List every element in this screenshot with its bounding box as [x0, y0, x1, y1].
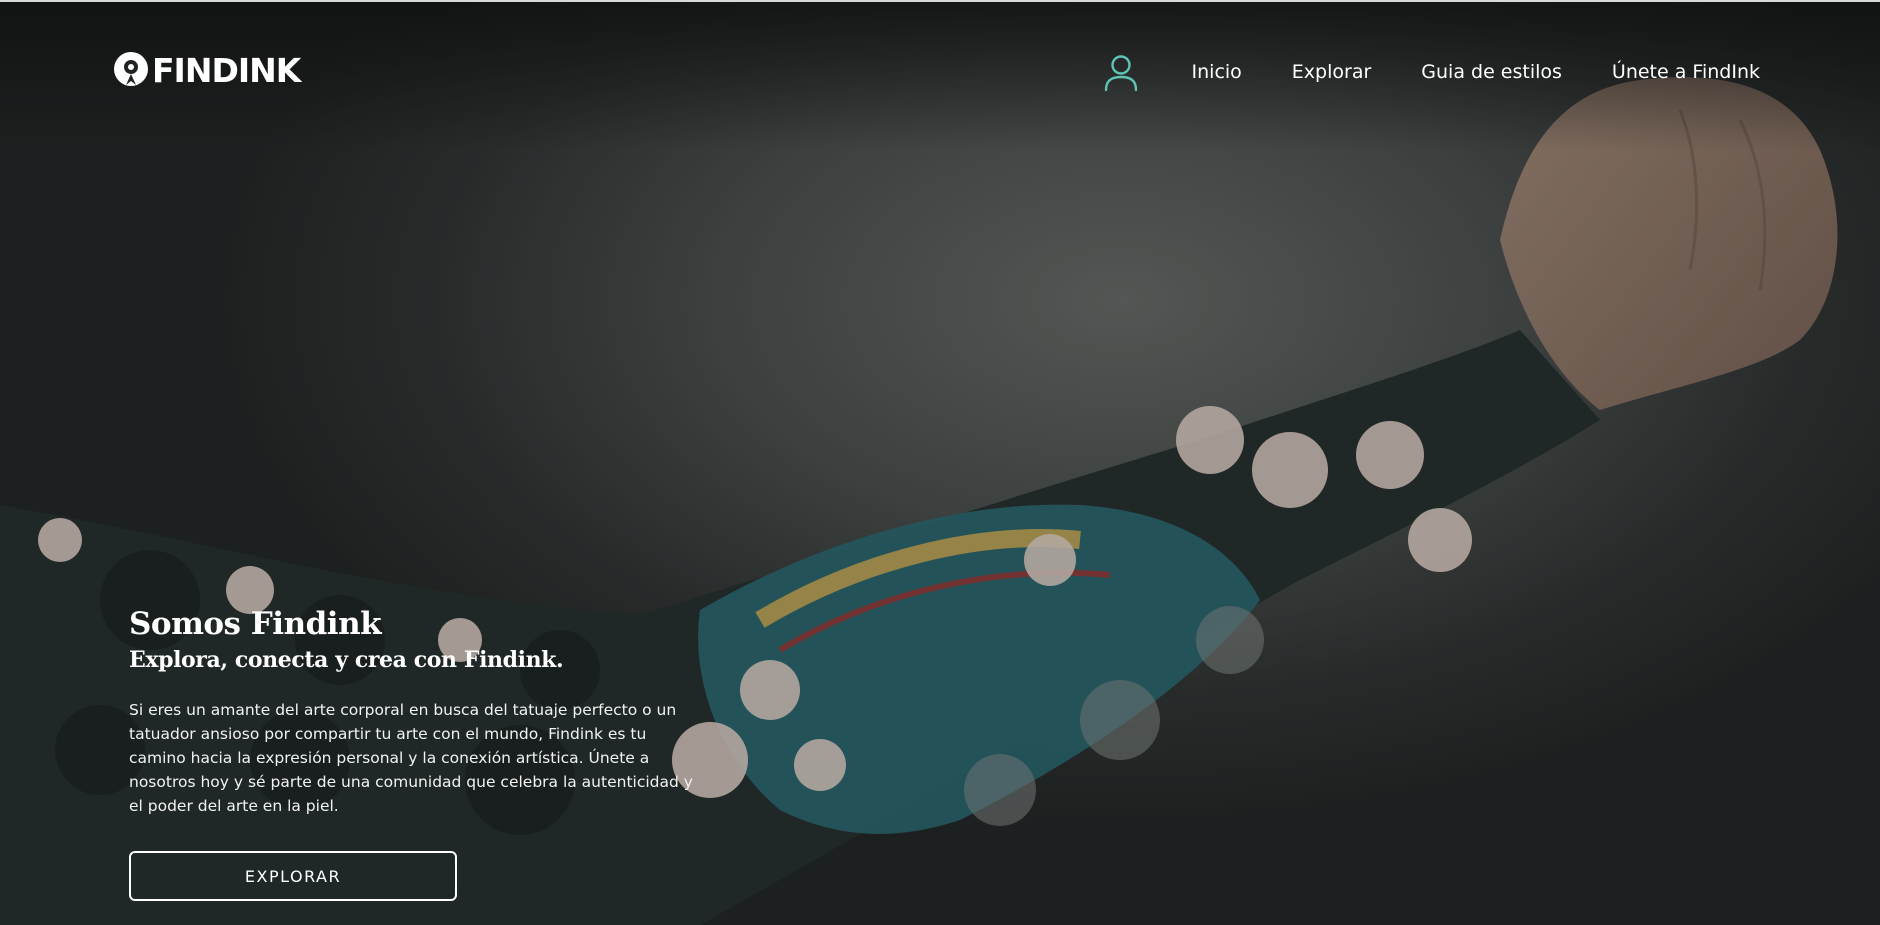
- nav-link-inicio[interactable]: Inicio: [1192, 61, 1242, 83]
- nav-link-guia-estilos[interactable]: Guia de estilos: [1421, 61, 1562, 83]
- hero-title: Somos Findink: [129, 606, 382, 642]
- top-border: [0, 0, 1880, 2]
- pin-vinyl-icon: [114, 52, 148, 86]
- hero-subtitle: Explora, conecta y crea con Findink.: [129, 647, 564, 673]
- user-icon[interactable]: [1102, 52, 1140, 92]
- brand-logo[interactable]: FINDINK: [112, 48, 301, 94]
- main-nav: Inicio Explorar Guia de estilos Únete a …: [1102, 48, 1760, 96]
- hero-content: Somos Findink Explora, conecta y crea co…: [129, 604, 729, 818]
- explorar-button[interactable]: EXPLORAR: [129, 851, 457, 901]
- brand-name: FINDINK: [152, 51, 301, 90]
- nav-link-explorar[interactable]: Explorar: [1292, 61, 1371, 83]
- hero-description: Si eres un amante del arte corporal en b…: [129, 701, 693, 815]
- nav-link-unete[interactable]: Únete a FindInk: [1612, 61, 1760, 83]
